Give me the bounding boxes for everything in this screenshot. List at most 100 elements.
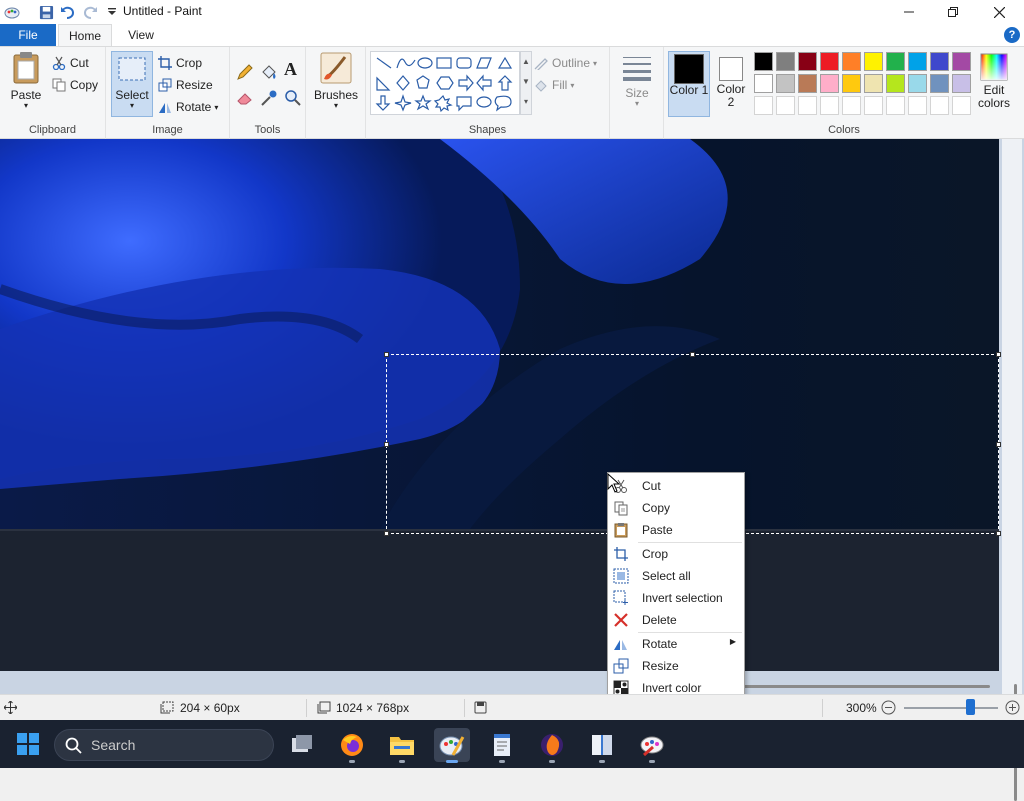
menu-item-cut[interactable]: Cut xyxy=(608,475,744,497)
selection-handle[interactable] xyxy=(384,352,389,357)
minimize-button[interactable] xyxy=(886,0,932,24)
zoom-in-icon[interactable] xyxy=(1005,700,1020,715)
palette-swatch[interactable] xyxy=(820,52,839,71)
horizontal-scroll-thumb[interactable] xyxy=(740,685,990,688)
palette-swatch[interactable] xyxy=(886,96,905,115)
customize-dropdown-icon[interactable] xyxy=(102,2,122,22)
zoom-out-icon[interactable] xyxy=(881,700,896,715)
paste-button[interactable]: Paste ▾ xyxy=(6,51,46,110)
palette-swatch[interactable] xyxy=(930,52,949,71)
canvas-area[interactable] xyxy=(0,139,1024,801)
palette-swatch[interactable] xyxy=(864,52,883,71)
shapes-gallery[interactable] xyxy=(370,51,520,115)
menu-item-crop[interactable]: Crop xyxy=(608,543,744,565)
palette-swatch[interactable] xyxy=(930,96,949,115)
brushes-button[interactable]: Brushes ▾ xyxy=(312,51,360,110)
menu-item-copy[interactable]: Copy xyxy=(608,497,744,519)
size-button[interactable]: Size ▾ xyxy=(616,51,658,108)
selection-handle[interactable] xyxy=(996,442,1001,447)
tab-file[interactable]: File xyxy=(0,24,56,46)
palette-swatch[interactable] xyxy=(820,74,839,93)
palette-swatch[interactable] xyxy=(886,74,905,93)
copy-button[interactable]: Copy xyxy=(52,75,98,95)
redo-icon[interactable] xyxy=(80,2,100,22)
palette-swatch[interactable] xyxy=(952,96,971,115)
tor-browser-button[interactable] xyxy=(534,728,570,762)
color-picker-icon[interactable] xyxy=(260,89,278,107)
palette-swatch[interactable] xyxy=(776,52,795,71)
palette-swatch[interactable] xyxy=(952,52,971,71)
magnifier-icon[interactable] xyxy=(284,89,302,107)
palette-swatch[interactable] xyxy=(754,74,773,93)
paint-app-icon xyxy=(2,2,22,22)
palette-swatch[interactable] xyxy=(864,96,883,115)
rotate-button[interactable]: Rotate ▾ xyxy=(158,97,218,117)
notepad-button[interactable] xyxy=(484,728,520,762)
menu-item-select-all[interactable]: Select all xyxy=(608,565,744,587)
palette-swatch[interactable] xyxy=(842,96,861,115)
scissors-icon xyxy=(52,56,66,70)
color2-button[interactable]: Color 2 xyxy=(712,51,750,117)
text-tool-icon[interactable]: A xyxy=(284,59,297,80)
palette-swatch[interactable] xyxy=(930,74,949,93)
pencil-icon[interactable] xyxy=(236,63,254,81)
palette-swatch[interactable] xyxy=(908,74,927,93)
palette-swatch[interactable] xyxy=(842,74,861,93)
menu-item-invert-selection[interactable]: Invert selection xyxy=(608,587,744,609)
menu-item-delete[interactable]: Delete xyxy=(608,609,744,631)
menu-item-resize[interactable]: Resize xyxy=(608,655,744,677)
task-view-button[interactable] xyxy=(284,728,320,762)
palette-swatch[interactable] xyxy=(798,74,817,93)
selection-handle[interactable] xyxy=(996,531,1001,536)
file-explorer-button[interactable] xyxy=(384,728,420,762)
maximize-button[interactable] xyxy=(930,0,976,24)
palette-swatch[interactable] xyxy=(820,96,839,115)
tab-home[interactable]: Home xyxy=(58,24,112,47)
help-button[interactable]: ? xyxy=(1004,27,1020,43)
taskbar-search-box[interactable]: Search xyxy=(54,729,274,761)
save-icon[interactable] xyxy=(36,2,56,22)
menu-item-label: Invert selection xyxy=(642,591,723,605)
selection-handle[interactable] xyxy=(690,352,695,357)
palette-swatch[interactable] xyxy=(798,52,817,71)
palette-swatch[interactable] xyxy=(776,74,795,93)
palette-swatch[interactable] xyxy=(798,96,817,115)
tab-view[interactable]: View xyxy=(116,24,166,46)
palette-swatch[interactable] xyxy=(908,96,927,115)
crop-button[interactable]: Crop xyxy=(158,53,202,73)
palette-swatch[interactable] xyxy=(754,52,773,71)
selection-handle[interactable] xyxy=(384,442,389,447)
select-button[interactable]: Select ▾ xyxy=(111,51,153,117)
cut-button[interactable]: Cut xyxy=(52,53,89,73)
firefox-button[interactable] xyxy=(334,728,370,762)
palette-swatch[interactable] xyxy=(864,74,883,93)
shapes-scroll[interactable]: ▲ ▼ ▾ xyxy=(520,51,532,115)
eraser-icon[interactable] xyxy=(236,89,254,107)
outline-button[interactable]: Outline ▾ xyxy=(534,53,597,73)
selection-handle[interactable] xyxy=(996,352,1001,357)
close-button[interactable] xyxy=(976,0,1022,24)
palette-swatch[interactable] xyxy=(908,52,927,71)
vertical-scrollbar[interactable] xyxy=(1002,139,1022,694)
resize-button[interactable]: Resize xyxy=(158,75,213,95)
undo-icon[interactable] xyxy=(58,2,78,22)
palette-swatch[interactable] xyxy=(754,96,773,115)
selection-handle[interactable] xyxy=(384,531,389,536)
paint-alt-button[interactable] xyxy=(634,728,670,762)
fill-bucket-icon[interactable] xyxy=(260,63,278,81)
palette-swatch[interactable] xyxy=(776,96,795,115)
edit-colors-button[interactable]: Edit colors xyxy=(974,53,1014,110)
palette-swatch[interactable] xyxy=(952,74,971,93)
fill-button[interactable]: Fill ▾ xyxy=(534,75,574,95)
palette-swatch[interactable] xyxy=(886,52,905,71)
paint-taskbar-button[interactable] xyxy=(434,728,470,762)
menu-item-rotate[interactable]: Rotate ▶ xyxy=(608,633,744,655)
color1-button[interactable]: Color 1 xyxy=(668,51,710,117)
zoom-slider-track[interactable] xyxy=(904,707,998,709)
reader-button[interactable] xyxy=(584,728,620,762)
palette-swatch[interactable] xyxy=(842,52,861,71)
start-icon[interactable] xyxy=(17,733,39,755)
running-indicator xyxy=(549,760,555,763)
zoom-slider-thumb[interactable] xyxy=(965,699,975,715)
menu-item-paste[interactable]: Paste xyxy=(608,519,744,541)
